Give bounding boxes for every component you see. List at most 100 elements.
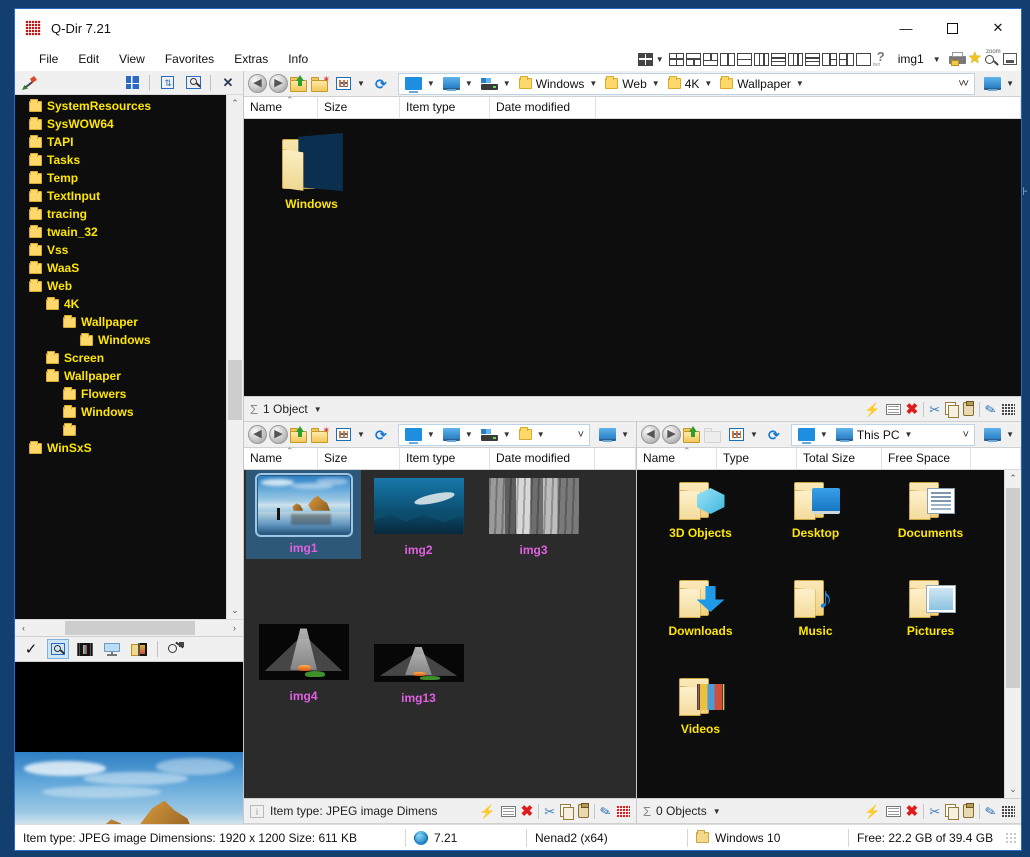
tree-broom-icon[interactable]	[19, 73, 41, 93]
copy-icon[interactable]	[945, 804, 958, 818]
scroll-up-icon[interactable]: ⌃	[1005, 470, 1021, 487]
quick-action-icon[interactable]: ⚡	[864, 805, 880, 818]
tree-item-textinput[interactable]: TextInput	[29, 187, 226, 205]
main-pane-object-count[interactable]: Σ 1 Object ▼	[250, 402, 325, 417]
paste-icon[interactable]	[578, 804, 589, 818]
breadcrumb-this-pc[interactable]: This PC	[832, 425, 903, 445]
menu-favorites[interactable]: Favorites	[155, 49, 224, 69]
new-folder-icon[interactable]: ✶	[311, 76, 330, 92]
slideshow-icon[interactable]	[101, 639, 123, 659]
tree-scroll-up-icon[interactable]: ⌃	[227, 95, 243, 112]
view-dropdown-caret-icon[interactable]: ▼	[750, 430, 758, 439]
minimize-button[interactable]: —	[883, 9, 929, 47]
tree-item-windows[interactable]: Windows	[29, 331, 226, 349]
column-item-type[interactable]: Item type	[400, 448, 490, 469]
copy-icon[interactable]	[560, 804, 573, 818]
address-computer-caret-icon[interactable]: ▼	[465, 430, 473, 439]
grid-toggle-icon[interactable]	[1001, 805, 1015, 818]
layout-two-top-icon[interactable]	[686, 53, 701, 66]
file-item-videos[interactable]: Videos	[643, 670, 758, 740]
column-size[interactable]: Size	[318, 97, 400, 118]
view-dropdown-caret-icon[interactable]: ▼	[357, 430, 365, 439]
address-bar[interactable]: ▼ ▼ ▼ Windows ▼	[398, 73, 975, 95]
tree-item-winsxs[interactable]: WinSxS	[29, 439, 226, 457]
object-count-caret-icon[interactable]: ▼	[713, 807, 721, 816]
cut-icon[interactable]: ✂	[929, 403, 940, 416]
back-icon[interactable]: ◀	[248, 74, 267, 93]
address-desktop-icon[interactable]	[401, 74, 425, 94]
pane-display-icon[interactable]	[981, 74, 1003, 94]
refresh-icon[interactable]: ⟳	[370, 74, 392, 94]
delete-icon[interactable]: ✖	[906, 804, 919, 819]
cut-icon[interactable]: ✂	[544, 805, 555, 818]
view-dropdown-caret-icon[interactable]: ▼	[357, 79, 365, 88]
file-item-pictures[interactable]: Pictures	[873, 572, 988, 642]
forward-icon[interactable]: ▶	[269, 425, 288, 444]
column-item-type[interactable]: Item type	[400, 97, 490, 118]
quick-action-icon[interactable]: ⚡	[864, 403, 880, 416]
forward-icon[interactable]: ▶	[269, 74, 288, 93]
breadcrumb-windows-caret-icon[interactable]: ▼	[589, 79, 597, 88]
quick-action-icon[interactable]: ⚡	[479, 805, 495, 818]
new-folder-icon[interactable]: ✶	[311, 427, 330, 443]
inet-icon[interactable]: ?inet	[873, 51, 890, 67]
breadcrumb-wallpaper[interactable]: Wallpaper	[716, 74, 794, 94]
menu-edit[interactable]: Edit	[68, 49, 109, 69]
object-count-caret-icon[interactable]: ▼	[314, 405, 322, 414]
pane-display-caret-icon[interactable]: ▼	[1006, 79, 1014, 88]
menu-info[interactable]: Info	[278, 49, 318, 69]
tree-search-icon[interactable]	[182, 73, 204, 93]
tree-scroll-down-icon[interactable]: ⌄	[227, 602, 243, 619]
tree-item-temp[interactable]: Temp	[29, 169, 226, 187]
address-overflow-icon[interactable]: ˅	[958, 429, 972, 441]
layout-right-split-icon[interactable]	[839, 53, 854, 66]
scroll-thumb[interactable]	[1006, 488, 1020, 688]
address-computer-icon[interactable]	[439, 74, 463, 94]
preview-zoom-icon[interactable]	[47, 639, 69, 659]
close-button[interactable]: ✕	[975, 9, 1021, 47]
resize-grip[interactable]	[1005, 832, 1017, 844]
paste-icon[interactable]	[963, 804, 974, 818]
tree-scroll-right-icon[interactable]: ›	[226, 623, 243, 633]
tree-scroll-left-icon[interactable]: ‹	[15, 623, 32, 633]
address-computer-caret-icon[interactable]: ▼	[465, 79, 473, 88]
address-drive-icon[interactable]	[477, 74, 501, 94]
layout-three-columns-alt-icon[interactable]	[788, 53, 803, 66]
check-icon[interactable]: ✓	[20, 639, 42, 659]
pane-display-caret-icon[interactable]: ▼	[1006, 430, 1014, 439]
minimize-pane-icon[interactable]	[1003, 53, 1017, 65]
back-icon[interactable]: ◀	[641, 425, 660, 444]
tree-item-blank-18[interactable]	[29, 421, 226, 439]
bottom-right-address-bar[interactable]: ▼ This PC ▼ ˅	[791, 424, 975, 446]
breadcrumb-web-caret-icon[interactable]: ▼	[652, 79, 660, 88]
mail-icon[interactable]	[886, 404, 901, 415]
tree-item-tapi[interactable]: TAPI	[29, 133, 226, 151]
breadcrumb-windows[interactable]: Windows	[515, 74, 588, 94]
file-item-3d-objects[interactable]: 3D Objects	[643, 474, 758, 544]
address-drive-caret-icon[interactable]: ▼	[503, 430, 511, 439]
file-item-img3[interactable]: img3	[476, 470, 591, 561]
file-item-img2[interactable]: img2	[361, 470, 476, 561]
cut-icon[interactable]: ✂	[929, 805, 940, 818]
file-item-music[interactable]: ♪Music	[758, 572, 873, 642]
bottom-left-content[interactable]: img1 img2	[244, 470, 636, 798]
address-desktop-icon[interactable]	[401, 425, 425, 445]
view-grid-icon[interactable]	[332, 425, 354, 445]
main-pane-content[interactable]: Windows	[244, 119, 1021, 396]
scroll-down-icon[interactable]: ⌄	[1005, 781, 1021, 798]
layout-two-bottom-icon[interactable]	[703, 53, 718, 66]
favorites-star-icon[interactable]: ★	[968, 51, 982, 67]
tree-item-syswow64[interactable]: SysWOW64	[29, 115, 226, 133]
bottom-right-content[interactable]: 3D ObjectsDesktopDocumentsDownloads♪Musi…	[637, 470, 1021, 798]
menu-view[interactable]: View	[109, 49, 155, 69]
image-preview-panel[interactable]	[15, 662, 243, 824]
file-item-img1[interactable]: img1	[246, 470, 361, 559]
layout-three-columns-icon[interactable]	[754, 53, 769, 66]
print-icon[interactable]	[949, 52, 966, 66]
mail-icon[interactable]	[886, 806, 901, 817]
tree-item-web[interactable]: Web	[29, 277, 226, 295]
picker-icon[interactable]	[165, 639, 187, 659]
tree-hscroll-thumb[interactable]	[65, 621, 195, 635]
tree-item-windows[interactable]: Windows	[29, 403, 226, 421]
tree-item-screen[interactable]: Screen	[29, 349, 226, 367]
